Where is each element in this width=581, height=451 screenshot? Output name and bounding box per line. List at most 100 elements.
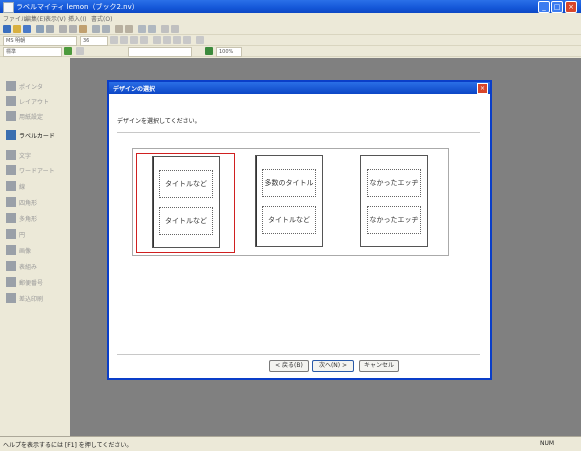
status-bar: ヘルプを表示するには [F1] を押してください。 NUM [0,436,581,451]
design-option-3[interactable]: なかったエッヂ なかったエッヂ [348,153,445,251]
close-button[interactable]: × [565,1,577,13]
font-name-select[interactable]: MS 明朝 [3,36,77,46]
tool-polygon[interactable]: 多角形 [6,212,66,225]
paste-icon[interactable] [79,25,87,33]
align-right-icon[interactable] [173,36,181,44]
undo-icon[interactable] [92,25,100,33]
open-icon[interactable] [13,25,21,33]
tool-rectangle[interactable]: 四角形 [6,196,66,209]
wordart-icon [6,165,16,175]
merge-print-icon [6,293,16,303]
cancel-button[interactable]: キャンセル [359,360,399,372]
zoom-out-icon[interactable] [148,25,156,33]
tool-label: 線 [19,184,26,191]
tool-pointer[interactable]: ポインタ [6,80,66,93]
text-icon [6,150,16,160]
tool-label: 用紙設定 [19,114,44,121]
menu-format[interactable]: 書式(O) [91,14,112,23]
menu-file[interactable]: ファイル [3,14,27,23]
pointer-icon [6,81,16,91]
label-card-icon [6,130,16,140]
tool-label: ポインタ [19,84,44,91]
rectangle-icon [6,197,16,207]
tool-label: 表組み [19,264,38,271]
help-icon[interactable] [171,25,179,33]
tool-postal[interactable]: 郵便番号 [6,276,66,289]
justify-icon[interactable] [183,36,191,44]
dialog-instruction: デザインを選択してください。 [117,118,201,125]
zoom-in-icon[interactable] [138,25,146,33]
align-left-icon[interactable] [153,36,161,44]
left-tool-panel: ポインタ レイアウト 用紙設定 ラベルカード 文字 ワードアート 線 四角形 多… [0,58,70,436]
ungroup-icon[interactable] [125,25,133,33]
tool-layout[interactable]: レイアウト [6,95,66,108]
group-icon[interactable] [115,25,123,33]
menu-edit[interactable]: 編集(E) [25,14,45,23]
align-center-icon[interactable] [163,36,171,44]
design-option-1[interactable]: タイトルなど タイトルなど [136,153,235,253]
line-width-select[interactable] [128,47,192,57]
format-toolbar: MS 明朝 36 [0,35,581,46]
title-field: なかったエッヂ [367,206,421,234]
tool-paper[interactable]: 用紙設定 [6,110,66,123]
preview-icon[interactable] [46,25,54,33]
app-title: ラベルマイティ lemon（ブック2.nv） [16,3,139,11]
zoom-select[interactable]: 100% [216,47,242,57]
tool-text[interactable]: 文字 [6,149,66,162]
tool-label: 画像 [19,248,32,255]
card-edge [256,156,257,246]
card-edge [153,157,154,247]
maximize-button[interactable]: □ [551,1,563,13]
tool-label: ワードアート [19,168,55,175]
save-icon[interactable] [23,25,31,33]
tool-circle[interactable]: 円 [6,228,66,241]
tool-table[interactable]: 表組み [6,260,66,273]
design-option-2[interactable]: 多数のタイトル タイトルなど [243,153,340,251]
title-field: 多数のタイトル [262,169,316,197]
line-style-icon[interactable] [76,47,84,55]
cut-icon[interactable] [59,25,67,33]
dialog-title-bar: デザインの選択 × [109,82,490,94]
tool-label: 郵便番号 [19,280,44,287]
layout-icon [6,96,16,106]
style-select[interactable]: 標準 [3,47,62,57]
table-icon [6,261,16,271]
menu-insert[interactable]: 挿入(I) [68,14,86,23]
copy-icon[interactable] [69,25,77,33]
fill-color-icon[interactable] [205,47,213,55]
tool-label: 四角形 [19,200,38,207]
print-icon[interactable] [36,25,44,33]
bold-icon[interactable] [130,36,138,44]
card-preview: 多数のタイトル タイトルなど [255,155,323,247]
tool-merge-print[interactable]: 差込印刷 [6,292,66,305]
font-size-select[interactable]: 36 [80,36,108,46]
tool-label-card[interactable]: ラベルカード [6,129,66,142]
line-icon [6,181,16,191]
postal-icon [6,277,16,287]
next-button[interactable]: 次へ(N) > [312,360,354,372]
dialog-title: デザインの選択 [113,86,156,93]
app-title-bar: ラベルマイティ lemon（ブック2.nv） _ □ × [0,0,581,13]
polygon-icon [6,213,16,223]
new-icon[interactable] [3,25,11,33]
num-lock-indicator: NUM [540,440,555,447]
grid-icon[interactable] [161,25,169,33]
paper-icon [6,111,16,121]
menu-view[interactable]: 表示(V) [45,14,66,23]
redo-icon[interactable] [102,25,110,33]
title-field: なかったエッヂ [367,169,421,197]
tool-image[interactable]: 画像 [6,244,66,257]
minimize-button[interactable]: _ [538,1,550,13]
tool-wordart[interactable]: ワードアート [6,164,66,177]
italic-icon[interactable] [140,36,148,44]
underline-icon[interactable] [120,36,128,44]
title-field: タイトルなど [159,207,213,235]
tool-line[interactable]: 線 [6,180,66,193]
title-field: タイトルなど [262,206,316,234]
dialog-close-button[interactable]: × [477,83,488,94]
line-color-icon[interactable] [64,47,72,55]
font-color-icon[interactable] [110,36,118,44]
vertical-text-icon[interactable] [196,36,204,44]
tool-label: レイアウト [19,99,50,106]
back-button[interactable]: < 戻る(B) [269,360,309,372]
